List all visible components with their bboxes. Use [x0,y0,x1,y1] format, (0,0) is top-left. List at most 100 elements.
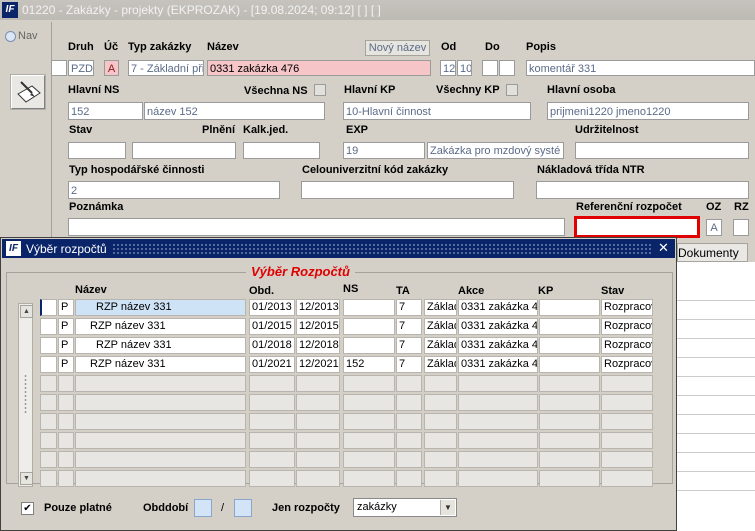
cell-stav[interactable] [601,470,653,487]
cell-stav[interactable]: Rozpracov [601,318,653,335]
jen-rozpocty-select[interactable]: zakázky ▼ [353,498,457,517]
druh-field[interactable]: PZD [68,60,94,76]
cell-akce[interactable] [458,394,538,411]
cell-p[interactable] [58,470,74,487]
cell-od[interactable] [249,413,295,430]
cell-ns[interactable] [343,299,395,316]
row-flag-field[interactable] [51,60,67,76]
cell-stav[interactable]: Rozpracov [601,299,653,316]
nav-toggle[interactable]: Nav [5,30,38,42]
cell-ta[interactable] [396,413,422,430]
cell-od[interactable] [249,470,295,487]
cell-nazev[interactable]: RZP název 331 [75,337,246,354]
cell-akce[interactable] [458,470,538,487]
cell-ta[interactable]: 7 [396,337,422,354]
cell-od[interactable] [249,432,295,449]
cell-do[interactable] [296,470,340,487]
cell-ta[interactable] [396,394,422,411]
cell-ta[interactable] [396,375,422,392]
do-field-1[interactable] [482,60,498,76]
row-selector[interactable] [40,299,57,316]
hlavni-kp-field[interactable]: 10-Hlavní činnost [343,102,531,120]
cell-zakl[interactable] [424,451,457,468]
cell-do[interactable] [296,413,340,430]
cell-do[interactable]: 12/2015 [296,318,340,335]
cell-zakl[interactable] [424,413,457,430]
oz-field[interactable]: A [706,219,722,236]
cell-ns[interactable] [343,470,395,487]
obdobi-from-field[interactable] [194,499,212,517]
cell-stav[interactable]: Rozpracov [601,337,653,354]
do-field-2[interactable] [499,60,515,76]
cell-akce[interactable] [458,375,538,392]
cell-ta[interactable] [396,432,422,449]
referencni-rozpocet-field[interactable] [574,216,700,238]
cell-ns[interactable] [343,375,395,392]
cell-nazev[interactable]: RZP název 331 [75,299,246,316]
typ-hosp-cinnosti-field[interactable]: 2 [68,181,280,199]
cell-kp[interactable] [539,394,600,411]
row-selector[interactable] [40,470,57,487]
cell-stav[interactable] [601,432,653,449]
cell-zakl[interactable] [424,375,457,392]
cell-ns[interactable] [343,451,395,468]
cell-ta[interactable]: 7 [396,356,422,373]
cell-zakl[interactable] [424,432,457,449]
cell-akce[interactable] [458,432,538,449]
poznamka-field[interactable] [68,218,565,236]
cell-nazev[interactable]: RZP název 331 [75,356,246,373]
cell-p[interactable]: P [58,318,74,335]
row-selector[interactable] [40,451,57,468]
uc-field[interactable]: A [104,60,119,76]
cell-od[interactable] [249,375,295,392]
scroll-grip[interactable] [23,374,28,414]
chevron-down-icon[interactable]: ▼ [440,500,455,515]
scroll-down-icon[interactable]: ▼ [20,472,33,485]
cell-nazev[interactable] [75,413,246,430]
cell-od[interactable]: 01/2018 [249,337,295,354]
cell-do[interactable]: 12/2018 [296,337,340,354]
cell-ns[interactable] [343,337,395,354]
hlavni-osoba-field[interactable]: prijmeni1220 jmeno1220 [547,102,749,120]
cell-ns[interactable]: 152 [343,356,395,373]
grid-scrollbar[interactable]: ▲ ▼ [18,303,33,487]
cell-ta[interactable]: 7 [396,299,422,316]
cell-p[interactable]: P [58,337,74,354]
cell-p[interactable] [58,451,74,468]
scroll-up-icon[interactable]: ▲ [20,305,33,318]
cell-ns[interactable] [343,432,395,449]
pouze-platne-checkbox[interactable]: ✔ [21,502,34,515]
cell-od[interactable] [249,394,295,411]
cell-od[interactable]: 01/2021 [249,356,295,373]
hlavni-ns-name-field[interactable]: název 152 [144,102,325,120]
cell-od[interactable] [249,451,295,468]
vsechna-ns-checkbox[interactable] [314,84,326,96]
cell-zakl[interactable]: Základ [424,299,457,316]
cell-kp[interactable] [539,299,600,316]
cell-ns[interactable] [343,413,395,430]
cell-ns[interactable] [343,394,395,411]
cell-p[interactable] [58,394,74,411]
cell-akce[interactable]: 0331 zakázka 4 [458,337,538,354]
cell-ns[interactable] [343,318,395,335]
cell-akce[interactable]: 0331 zakázka 4 [458,318,538,335]
cell-nazev[interactable] [75,432,246,449]
cell-ta[interactable] [396,470,422,487]
dialog-title-bar[interactable]: IF Výběr rozpočtů ✕ [2,239,675,258]
cell-p[interactable] [58,432,74,449]
hlavni-ns-code-field[interactable]: 152 [68,102,143,120]
row-selector[interactable] [40,318,57,335]
od-field-1[interactable]: 12 [440,60,456,76]
cell-akce[interactable]: 0331 zakázka 4 [458,299,538,316]
stav-field[interactable] [68,142,126,159]
novy-nazev-button[interactable]: Nový název [365,40,430,56]
cell-od[interactable]: 01/2013 [249,299,295,316]
edit-note-button[interactable] [11,75,45,109]
row-selector[interactable] [40,337,57,354]
cell-zakl[interactable] [424,394,457,411]
cell-stav[interactable] [601,451,653,468]
cell-akce[interactable] [458,413,538,430]
nakladova-trida-field[interactable] [536,181,749,199]
cell-kp[interactable] [539,337,600,354]
rz-field[interactable] [733,219,749,236]
